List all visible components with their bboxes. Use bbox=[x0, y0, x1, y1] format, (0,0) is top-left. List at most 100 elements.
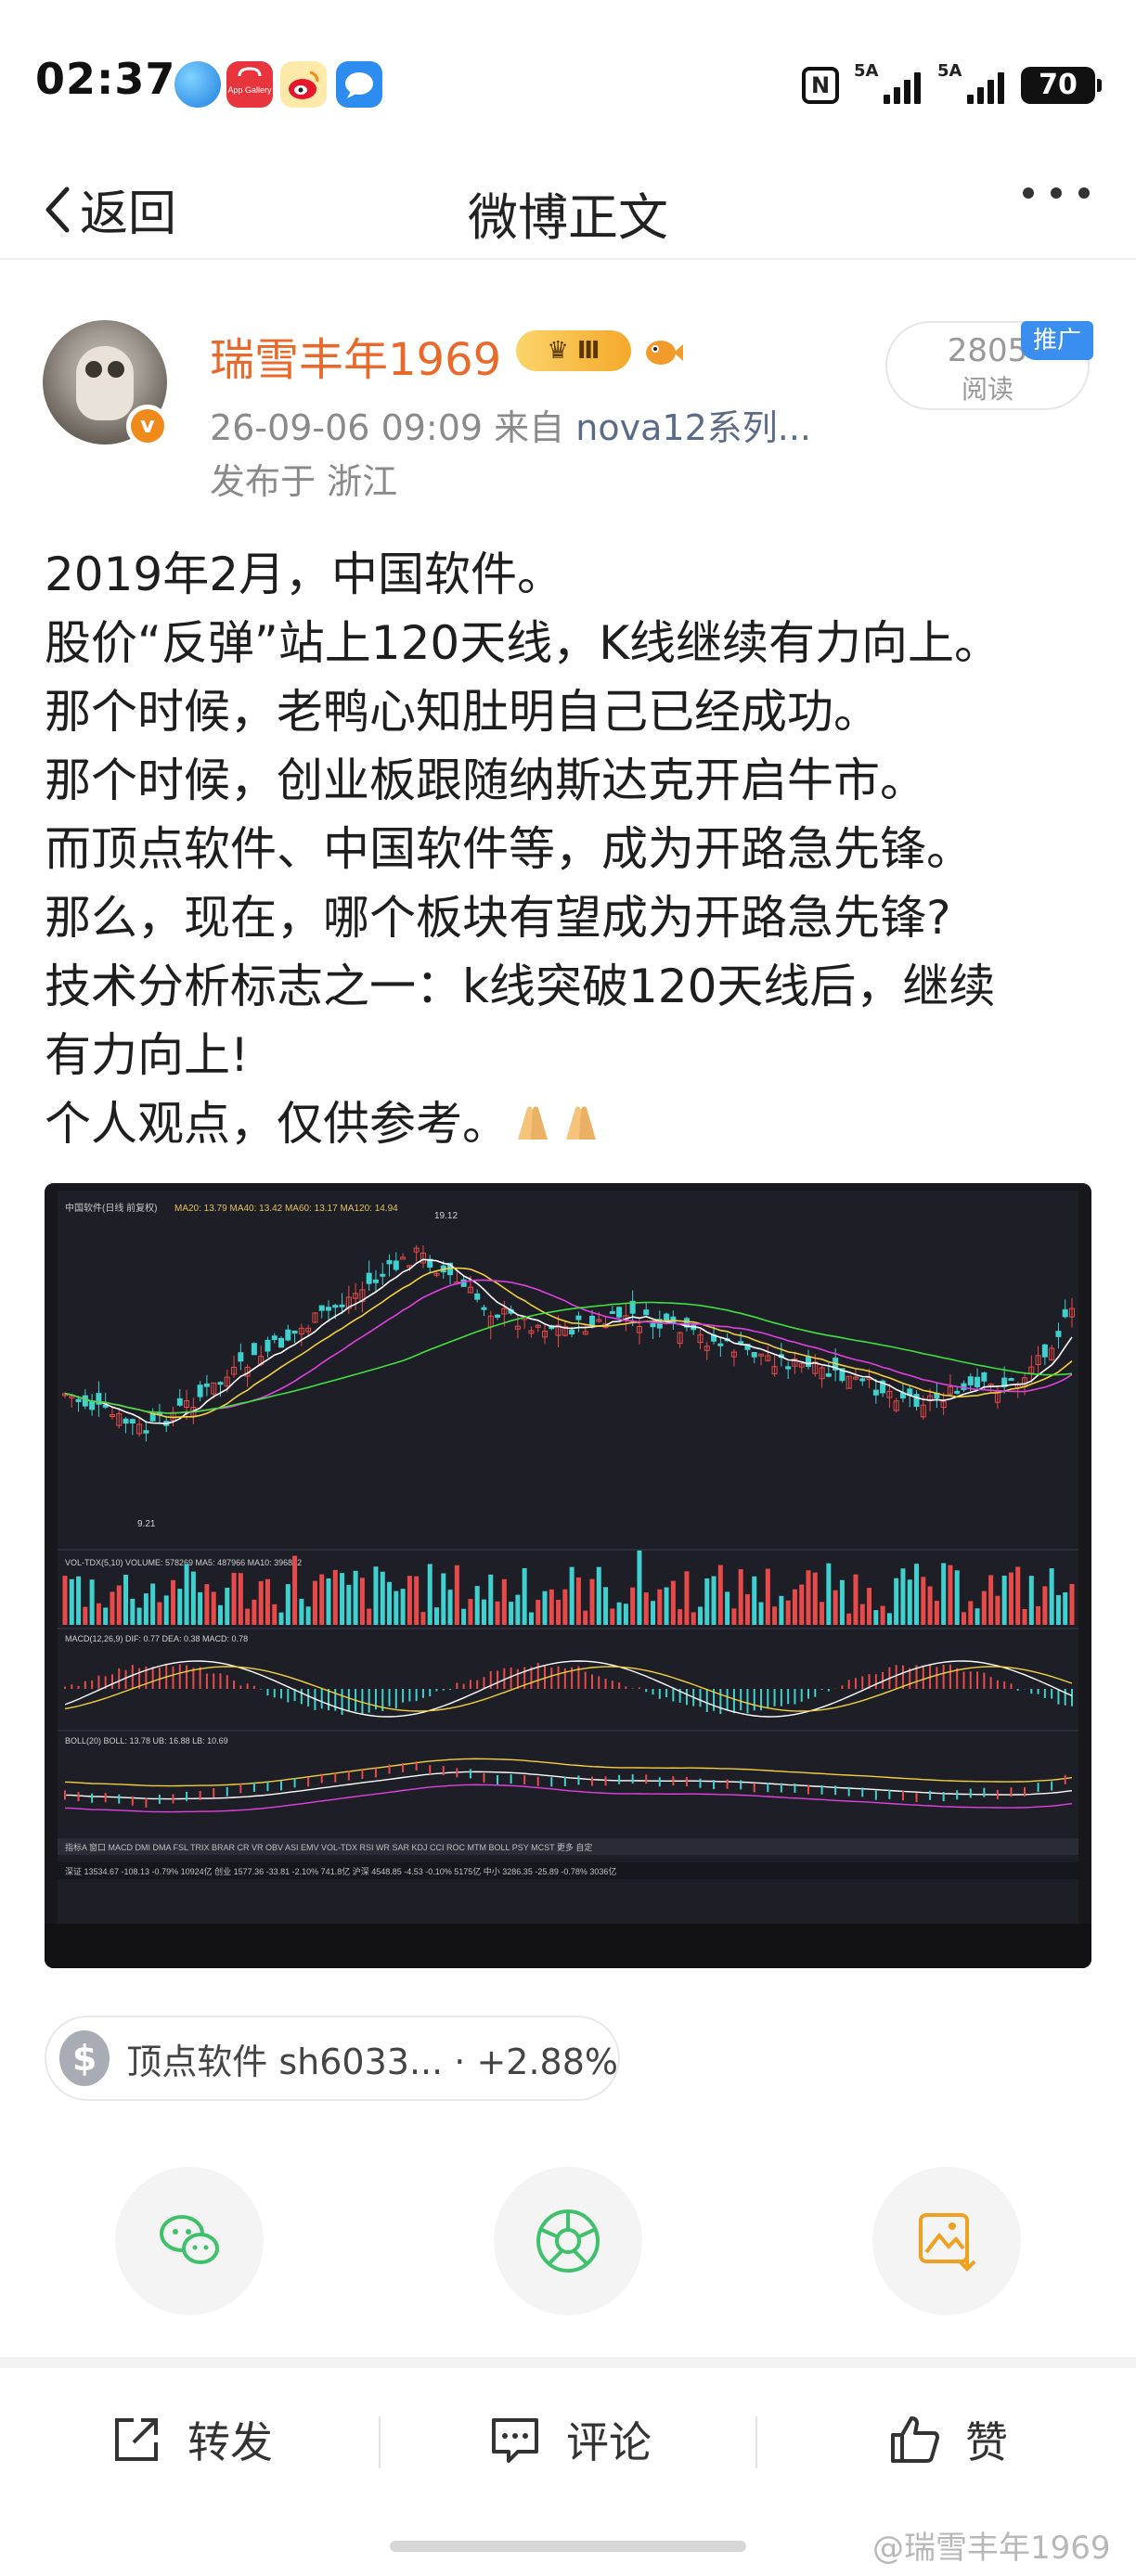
volume-bar bbox=[549, 1589, 554, 1625]
folded-hands-emoji-icon bbox=[518, 1106, 548, 1140]
volume-bar bbox=[468, 1599, 473, 1625]
volume-bar bbox=[312, 1580, 317, 1625]
candle-body bbox=[271, 1335, 278, 1341]
volume-bar bbox=[204, 1584, 210, 1625]
volume-bar bbox=[83, 1606, 88, 1625]
candle-body bbox=[751, 1352, 757, 1358]
save-image-button[interactable] bbox=[872, 2167, 1021, 2315]
stock-tag[interactable]: $ 顶点软件 sh6033... · +2.88% bbox=[45, 2016, 620, 2101]
candle-body bbox=[664, 1313, 670, 1321]
candle-body bbox=[1062, 1308, 1068, 1318]
volume-bar bbox=[820, 1602, 825, 1625]
volume-bar bbox=[501, 1578, 507, 1625]
like-button[interactable]: 赞 bbox=[887, 2409, 1008, 2470]
volume-bar bbox=[96, 1603, 101, 1625]
boll-label: BOLL(20) BOLL: 13.78 UB: 16.88 LB: 10.69 bbox=[65, 1736, 228, 1745]
volume-bar bbox=[481, 1599, 486, 1625]
post-line: 而顶点软件、中国软件等，成为开路急先锋。 bbox=[45, 822, 973, 876]
volume-bar bbox=[177, 1589, 183, 1625]
post-source[interactable]: nova12系列... bbox=[575, 407, 811, 448]
candle-body bbox=[197, 1385, 203, 1397]
candle-body bbox=[1008, 1378, 1014, 1382]
candle-body bbox=[176, 1397, 183, 1406]
post-time: 26-09-06 09:09 bbox=[210, 407, 484, 448]
volume-bar bbox=[447, 1590, 453, 1625]
candle-body bbox=[975, 1376, 981, 1387]
thumbs-up-icon bbox=[891, 2416, 939, 2463]
volume-bar bbox=[562, 1589, 568, 1625]
low-label: 9.21 bbox=[137, 1519, 156, 1529]
volume-bar bbox=[826, 1563, 832, 1625]
volume-bar bbox=[968, 1601, 974, 1625]
volume-bar bbox=[657, 1589, 663, 1625]
volume-bar bbox=[278, 1612, 284, 1625]
volume-bar bbox=[69, 1578, 74, 1625]
volume-bar bbox=[948, 1565, 953, 1625]
volume-bar bbox=[373, 1566, 379, 1625]
volume-bar bbox=[299, 1598, 304, 1625]
separator bbox=[755, 2416, 757, 2468]
volume-bar bbox=[961, 1612, 966, 1625]
more-dot-icon bbox=[1078, 187, 1090, 199]
volume-bar bbox=[110, 1591, 115, 1625]
candle-body bbox=[332, 1305, 339, 1308]
app-gallery-icon: App Gallery bbox=[226, 61, 273, 108]
candle-body bbox=[609, 1311, 615, 1315]
volume-bar bbox=[542, 1591, 548, 1625]
volume-bar bbox=[1069, 1583, 1075, 1625]
volume-bar bbox=[643, 1592, 649, 1625]
volume-bar bbox=[880, 1605, 885, 1625]
candle-body bbox=[380, 1273, 386, 1277]
volume-bar bbox=[697, 1606, 703, 1625]
home-indicator[interactable] bbox=[390, 2541, 746, 2552]
candle-body bbox=[82, 1395, 88, 1407]
share-wechat-button[interactable] bbox=[115, 2167, 264, 2315]
volume-bar bbox=[988, 1575, 994, 1625]
volume-bar bbox=[806, 1570, 811, 1625]
section-divider bbox=[0, 2357, 1136, 2368]
volume-bar bbox=[1042, 1586, 1048, 1625]
volume-bar bbox=[488, 1574, 494, 1625]
post-image[interactable]: 中国软件(日线 前复权) MA20: 13.79 MA40: 13.42 MA6… bbox=[45, 1183, 1091, 1968]
volume-bar bbox=[752, 1576, 757, 1625]
volume-bar bbox=[975, 1608, 980, 1625]
candle-body bbox=[203, 1383, 210, 1387]
volume-bar bbox=[1036, 1605, 1041, 1625]
volume-bar bbox=[569, 1566, 574, 1625]
volume-bar bbox=[711, 1576, 716, 1625]
username[interactable]: 瑞雪丰年1969 bbox=[210, 323, 501, 388]
promote-tag[interactable]: 推广 bbox=[1021, 321, 1093, 360]
volume-bar bbox=[252, 1599, 257, 1625]
volume-bar bbox=[731, 1608, 737, 1625]
macd-label: MACD(12,26,9) DIF: 0.77 DEA: 0.38 MACD: … bbox=[65, 1634, 248, 1643]
high-label: 19.12 bbox=[434, 1211, 458, 1221]
separator bbox=[379, 2416, 381, 2468]
volume-bar bbox=[583, 1610, 588, 1625]
volume-bar bbox=[285, 1584, 290, 1625]
volume-bar bbox=[616, 1602, 622, 1625]
more-button[interactable] bbox=[1023, 187, 1090, 199]
message-icon bbox=[336, 61, 382, 108]
volume-bar bbox=[833, 1590, 838, 1625]
volume-bar bbox=[637, 1550, 642, 1625]
volume-bar bbox=[725, 1591, 730, 1625]
volume-bar bbox=[319, 1574, 325, 1625]
fish-badge-icon[interactable] bbox=[640, 330, 685, 371]
volume-bar bbox=[954, 1570, 960, 1625]
volume-bar bbox=[1015, 1566, 1021, 1625]
volume-bar bbox=[292, 1555, 298, 1625]
volume-bar bbox=[1022, 1608, 1027, 1625]
volume-bar bbox=[150, 1583, 156, 1625]
candle-body bbox=[650, 1322, 656, 1328]
post-line: 那个时候，老鸭心知肚明自己已经成功。 bbox=[45, 685, 880, 739]
repost-button[interactable]: 转发 bbox=[110, 2409, 273, 2470]
candle-body bbox=[89, 1400, 96, 1410]
candle-body bbox=[643, 1309, 650, 1316]
volume-bar bbox=[367, 1608, 372, 1625]
vip-level-badge[interactable]: ♛ Ⅲ bbox=[516, 330, 631, 371]
volume-bar bbox=[744, 1593, 750, 1625]
comment-button[interactable]: 评论 bbox=[488, 2409, 652, 2470]
post-line: 股价“反弹”站上120天线，K线继续有力向上。 bbox=[45, 616, 1001, 670]
share-moments-button[interactable] bbox=[494, 2167, 642, 2315]
volume-bar bbox=[353, 1570, 358, 1625]
